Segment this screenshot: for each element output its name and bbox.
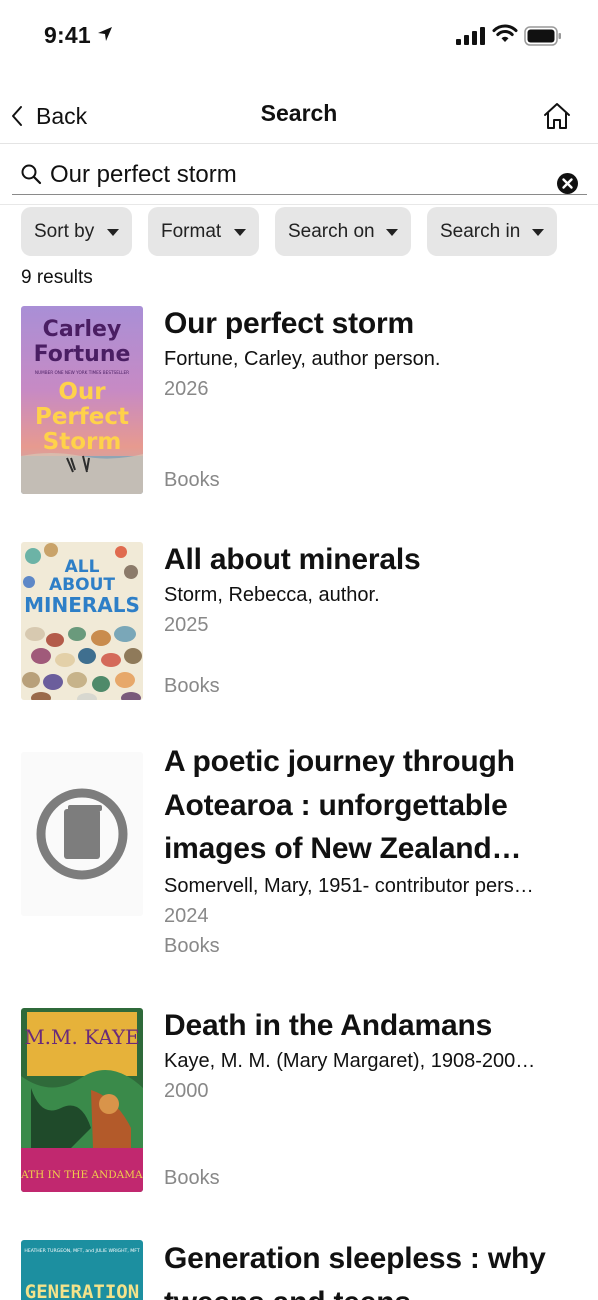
result-item[interactable]: A poetic journey through Aotearoa : unfo… [0,742,598,972]
result-format: Books [164,675,220,697]
caret-down-icon [107,229,119,236]
book-cover: Carley Fortune NUMBER ONE NEW YORK TIMES… [21,306,143,494]
search-in-filter[interactable]: Search in [427,207,557,256]
book-cover: HEATHER TURGEON, MFT, and JULIE WRIGHT, … [21,1240,143,1300]
result-title: Generation sleepless : why tweens and te… [164,1242,546,1300]
result-item[interactable]: HEATHER TURGEON, MFT, and JULIE WRIGHT, … [0,1239,598,1300]
filter-label: Search in [440,220,521,242]
result-year: 2024 [164,905,209,927]
result-year: 2026 [164,378,209,400]
filter-label: Sort by [34,220,95,242]
result-author: Storm, Rebecca, author. [164,584,380,606]
result-item[interactable]: ALL ABOUT MINERALS All about minerals St… [0,541,598,711]
svg-text:M.M. KAYE: M.M. KAYE [24,1025,140,1049]
book-cover-art: ALL ABOUT MINERALS [21,542,143,700]
result-title: A poetic journey through Aotearoa : unfo… [164,745,522,865]
book-cover-art: Carley Fortune NUMBER ONE NEW YORK TIMES… [21,306,143,494]
svg-text:GENERATION: GENERATION [25,1281,139,1300]
result-item[interactable]: M.M. KAYE DEATH IN THE ANDAMANS Death in… [0,1007,598,1207]
result-year: 2000 [164,1080,209,1102]
battery-icon [524,26,561,46]
results-count: 9 results [21,267,93,288]
caret-down-icon [234,229,246,236]
filter-label: Format [161,220,222,242]
search-bar [0,145,598,205]
svg-text:ABOUT: ABOUT [49,575,115,595]
book-cover-placeholder [21,752,143,916]
result-item[interactable]: Carley Fortune NUMBER ONE NEW YORK TIMES… [0,305,598,505]
cellular-signal-icon [456,27,485,45]
svg-text:HEATHER TURGEON, MFT, and JULI: HEATHER TURGEON, MFT, and JULIE WRIGHT, … [24,1248,139,1254]
result-format: Books [164,935,220,957]
svg-text:Our: Our [58,379,106,405]
search-icon [21,164,42,185]
svg-text:Perfect: Perfect [35,404,129,430]
format-filter[interactable]: Format [148,207,259,256]
svg-text:NUMBER ONE NEW YORK TIMES BEST: NUMBER ONE NEW YORK TIMES BESTSELLER [35,370,129,375]
book-cover-art: M.M. KAYE DEATH IN THE ANDAMANS [21,1008,143,1192]
svg-text:DEATH IN THE ANDAMANS: DEATH IN THE ANDAMANS [21,1169,143,1181]
navigation-bar: Back Search [0,90,598,144]
clear-search-icon[interactable] [557,173,578,194]
result-title: All about minerals [164,543,421,576]
status-time: 9:41 [44,22,91,48]
sort-by-filter[interactable]: Sort by [21,207,132,256]
result-author: Fortune, Carley, author person. [164,348,441,370]
book-cover: ALL ABOUT MINERALS [21,542,143,700]
result-author: Kaye, M. M. (Mary Margaret), 1908-200… [164,1050,536,1072]
search-on-filter[interactable]: Search on [275,207,411,256]
result-author: Somervell, Mary, 1951- contributor pers… [164,875,534,897]
book-placeholder-icon [36,788,128,880]
result-format: Books [164,469,220,491]
book-cover: M.M. KAYE DEATH IN THE ANDAMANS [21,1008,143,1192]
svg-text:ALL: ALL [65,557,100,577]
svg-text:Carley: Carley [43,317,122,342]
result-format: Books [164,1167,220,1189]
wifi-icon [492,24,518,42]
svg-text:Storm: Storm [43,429,122,455]
book-cover-art: HEATHER TURGEON, MFT, and JULIE WRIGHT, … [21,1240,143,1300]
caret-down-icon [532,229,544,236]
caret-down-icon [386,229,398,236]
result-year: 2025 [164,614,209,636]
result-title: Our perfect storm [164,307,414,340]
filter-label: Search on [288,220,375,242]
home-icon [544,103,570,129]
result-title: Death in the Andamans [164,1009,493,1042]
page-title: Search [260,100,338,126]
search-input[interactable] [50,158,540,192]
home-button[interactable] [541,101,573,136]
svg-text:MINERALS: MINERALS [24,593,140,617]
search-field [12,155,587,195]
location-arrow-icon [98,27,112,41]
svg-text:Fortune: Fortune [34,342,131,367]
status-bar: 9:41 [0,0,598,72]
